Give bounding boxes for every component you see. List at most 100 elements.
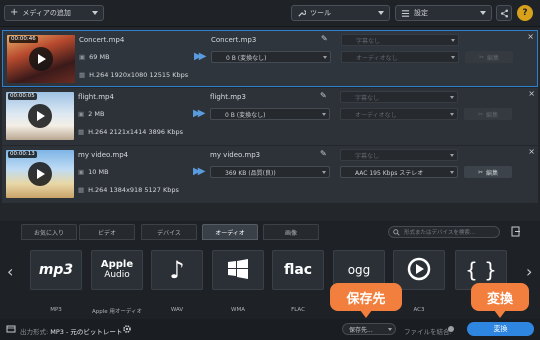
scissors-icon: ✂ (477, 168, 483, 176)
edit-label: 編集 (486, 169, 499, 177)
file-row[interactable]: 00:00:05 flight.mp4 ▣ 2 MB ▦ H.264 2121x1414 … (2, 88, 538, 145)
tab-3[interactable]: オーディオ (202, 224, 258, 240)
scroll-left-arrow[interactable]: ‹ (7, 262, 13, 281)
format-tile-3[interactable] (212, 250, 264, 290)
audio-track-select[interactable]: AAC 195 Kbps ステレオ (340, 166, 458, 178)
edit-button[interactable]: ✂ 編集 (464, 166, 512, 178)
share-icon (500, 9, 508, 17)
folder-icon: ▣ (78, 110, 85, 118)
output-format-row: 出力形式: MP3 - 元のビットレート (20, 326, 122, 336)
settings-icon (401, 9, 410, 17)
save-to-button[interactable]: 保存先... (342, 323, 396, 335)
chevron-down-icon (450, 170, 454, 174)
tab-4[interactable]: 画像 (263, 224, 319, 240)
file-row[interactable]: 00:00:46 Concert.mp4 ▣ 69 MB ▦ H.264 1920x108… (2, 30, 538, 87)
play-icon[interactable] (28, 162, 52, 186)
format-logo-apple-audio: Apple Audio (100, 259, 134, 280)
rename-pencil-icon[interactable]: ✎ (321, 34, 328, 43)
output-size-select[interactable]: 0 B (変換なし) (211, 51, 331, 63)
output-size-select[interactable]: 369 KB (品質(良)) (210, 166, 330, 178)
video-thumbnail[interactable]: 00:00:46 (7, 35, 75, 83)
file-row[interactable]: 00:00:13 my video.mp4 ▣ 10 MB ▦ H.264 1384x91… (2, 146, 538, 203)
file-size: 2 MB (88, 110, 105, 118)
tab-2[interactable]: デバイス (141, 224, 197, 240)
rename-pencil-icon[interactable]: ✎ (320, 91, 327, 100)
scroll-right-arrow[interactable]: › (526, 262, 532, 281)
format-tile-0[interactable]: mp3 (30, 250, 82, 290)
format-logo-windows-icon (227, 258, 249, 282)
settings-button[interactable]: 設定 (395, 5, 492, 21)
audio-value: オーディオなし (356, 54, 398, 62)
chevron-down-icon (92, 11, 98, 15)
edit-label: 編集 (486, 111, 499, 119)
duration-badge: 00:00:13 (8, 151, 37, 158)
format-logo-braces-icon: { } (465, 258, 497, 282)
film-icon: ▦ (78, 128, 85, 136)
collapse-panel-icon[interactable] (511, 226, 521, 237)
output-size: 369 KB (品質(良)) (225, 169, 276, 177)
format-search[interactable]: 形式またはデバイスを検索... (388, 226, 500, 238)
scissors-icon: ✂ (477, 110, 483, 118)
convert-label: 変換 (493, 325, 508, 333)
rename-pencil-icon[interactable]: ✎ (320, 149, 327, 158)
help-icon: ? (522, 8, 528, 18)
output-format-icon (6, 324, 16, 334)
subtitles-value: 字幕なし (355, 94, 380, 102)
film-icon: ▦ (79, 71, 86, 79)
format-label: WAV (170, 307, 184, 313)
play-icon[interactable] (29, 47, 53, 71)
format-label: WMA (231, 307, 245, 313)
output-size: 0 B (変換なし) (225, 111, 266, 119)
format-tile-4[interactable]: flac (272, 250, 324, 290)
tab-1[interactable]: ビデオ (79, 224, 135, 240)
file-size-row: ▣ 69 MB (79, 53, 110, 61)
format-tile-6[interactable] (393, 250, 445, 290)
convert-arrow-icon: ▶▶ (193, 108, 206, 119)
tools-label: ツール (310, 9, 331, 17)
share-button[interactable] (496, 5, 512, 21)
format-tile-2[interactable]: ♪ (151, 250, 203, 290)
tools-button[interactable]: ツール (291, 5, 390, 21)
plus-icon: + (10, 7, 19, 18)
audio-track-select[interactable]: オーディオなし (340, 108, 458, 120)
close-icon[interactable]: × (527, 32, 534, 41)
edit-button[interactable]: ✂ 編集 (465, 51, 513, 63)
chevron-down-icon (378, 11, 384, 15)
edit-button[interactable]: ✂ 編集 (464, 108, 512, 120)
play-icon[interactable] (28, 104, 52, 128)
convert-button[interactable]: 変換 (467, 322, 534, 336)
chevron-down-icon (480, 11, 486, 15)
chevron-down-icon (388, 327, 392, 331)
file-size-row: ▣ 2 MB (78, 110, 104, 118)
add-media-button[interactable]: + メディアの追加 (4, 5, 104, 21)
file-info: H.264 2121x1414 3896 Kbps (88, 128, 183, 136)
chevron-down-icon (451, 55, 455, 59)
subtitles-select[interactable]: 字幕なし (341, 34, 459, 46)
help-button[interactable]: ? (517, 5, 533, 21)
subtitles-select[interactable]: 字幕なし (340, 149, 458, 161)
subtitles-select[interactable]: 字幕なし (340, 91, 458, 103)
file-info-row: ▦ H.264 1384x918 5127 Kbps (78, 186, 179, 194)
audio-value: AAC 195 Kbps ステレオ (355, 169, 424, 177)
file-info: H.264 1920x1080 12515 Kbps (89, 71, 189, 79)
tab-0[interactable]: お気に入り (21, 224, 77, 240)
format-label: MP3 (50, 307, 62, 313)
convert-arrow-icon: ▶▶ (193, 166, 206, 177)
format-tile-1[interactable]: Apple Audio (91, 250, 143, 290)
search-icon (393, 228, 400, 236)
wrench-icon (298, 9, 306, 17)
audio-track-select[interactable]: オーディオなし (341, 51, 459, 63)
subtitles-value: 字幕なし (356, 37, 381, 45)
merge-toggle[interactable] (448, 326, 454, 332)
output-name: my video.mp3 (210, 151, 261, 159)
format-label: Apple 用オーディオ (91, 309, 143, 315)
close-icon[interactable]: × (528, 89, 535, 98)
output-size-select[interactable]: 0 B (変換なし) (210, 108, 330, 120)
toolbar: + メディアの追加 ツール 設定 ? (0, 0, 540, 27)
format-label: FLAC (291, 307, 305, 313)
video-thumbnail[interactable]: 00:00:05 (6, 92, 74, 140)
gear-icon[interactable] (122, 324, 132, 334)
file-info-row: ▦ H.264 1920x1080 12515 Kbps (79, 71, 188, 79)
video-thumbnail[interactable]: 00:00:13 (6, 150, 74, 198)
close-icon[interactable]: × (528, 147, 535, 156)
